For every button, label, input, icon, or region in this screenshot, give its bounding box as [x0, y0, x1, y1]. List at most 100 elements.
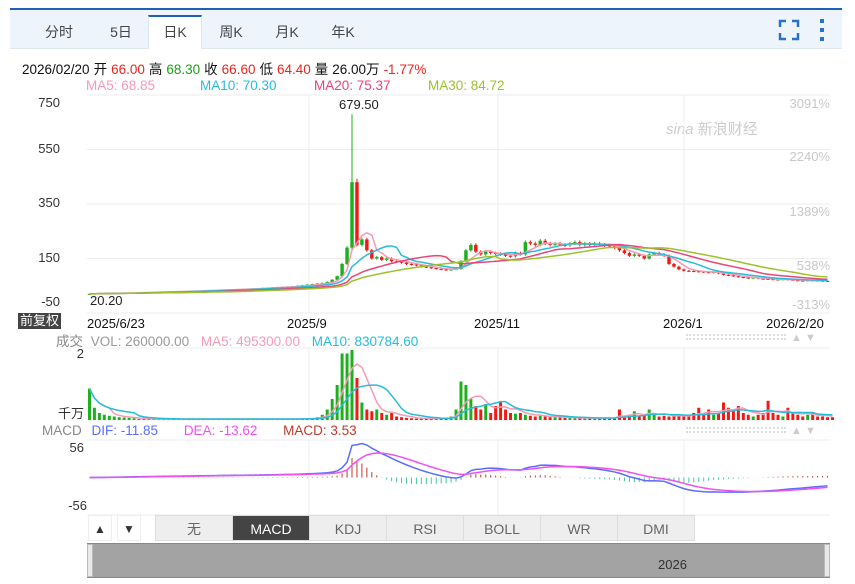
min-price-label: 20.20: [90, 293, 123, 308]
candle-body: [355, 182, 359, 245]
volume-bar: [395, 416, 399, 420]
indicator-macd[interactable]: MACD: [232, 515, 310, 541]
x-tick: 2025/11: [474, 316, 521, 331]
indicator-dmi[interactable]: DMI: [617, 515, 695, 541]
candle-body: [533, 243, 538, 245]
volume-bar: [107, 415, 111, 420]
volume-bar: [657, 416, 661, 420]
dea-line: [89, 452, 828, 493]
volume-bar: [796, 414, 800, 420]
macd-panel-arrows[interactable]: ▲ ▼: [791, 425, 816, 437]
candle-body: [682, 269, 686, 271]
candle-body: [731, 275, 736, 277]
x-tick: 2026/1: [663, 316, 703, 331]
volume-bar: [355, 378, 359, 420]
candlestick-chart: [87, 94, 834, 577]
volume-bar: [781, 416, 785, 420]
volume-bar: [92, 407, 96, 420]
volume-bar: [682, 416, 686, 420]
volume-bar: [484, 404, 488, 420]
panel-up-button[interactable]: ▲: [88, 515, 112, 541]
volume-bar: [518, 413, 522, 420]
volume-bar: [821, 416, 825, 420]
volume-bar: [746, 414, 750, 420]
volume-bar: [533, 416, 537, 420]
volume-bar: [538, 415, 542, 420]
volume-bar: [122, 417, 126, 420]
candle-body: [429, 267, 433, 269]
volume-bar: [345, 353, 349, 420]
volume-bar: [132, 418, 136, 420]
panel-down-button[interactable]: ▼: [117, 515, 141, 541]
indicator-kdj[interactable]: KDJ: [309, 515, 387, 541]
candle-body: [677, 266, 681, 270]
volume-bar: [553, 417, 557, 420]
volume-bar: [712, 414, 716, 420]
volume-ma10: MA10: 830784.60: [311, 334, 419, 349]
volume-bar: [365, 409, 369, 420]
candle-body: [409, 263, 414, 265]
candle-body: [469, 244, 473, 251]
volume-bar: [509, 413, 512, 420]
candle-body: [741, 277, 746, 279]
volume-bar: [543, 416, 547, 420]
candle-body: [632, 254, 637, 256]
volume-bar: [558, 417, 562, 420]
navigator-left-handle[interactable]: [87, 544, 93, 577]
candle-body: [726, 274, 731, 276]
volume-bar: [751, 416, 755, 420]
indicator-boll[interactable]: BOLL: [463, 515, 541, 541]
volume-bar: [806, 414, 810, 420]
volume-bar: [687, 416, 691, 420]
volume-bar: [776, 414, 780, 420]
indicator-rsi[interactable]: RSI: [386, 515, 464, 541]
volume-panel-resize[interactable]: [686, 334, 786, 340]
volume-bar: [112, 416, 116, 420]
volume-bar: [97, 413, 101, 420]
volume-bar: [350, 350, 354, 420]
candle-body: [687, 270, 691, 272]
navigator-right-handle[interactable]: [824, 544, 830, 577]
volume-bar: [548, 417, 552, 420]
volume-bar: [741, 413, 745, 420]
candle-body: [464, 250, 468, 262]
candle-body: [528, 242, 533, 244]
candle-body: [627, 253, 632, 256]
candle-body: [350, 182, 354, 248]
navigator-year-label: 2026: [658, 557, 687, 572]
volume-bar: [87, 388, 91, 420]
volume-bar: [375, 409, 379, 420]
volume-bar: [127, 417, 131, 420]
indicator-none[interactable]: 无: [155, 515, 233, 541]
volume-y-top: 2: [76, 346, 84, 361]
volume-bar: [479, 409, 483, 420]
volume-bar: [692, 413, 696, 420]
candle-body: [414, 264, 419, 266]
macd-panel-resize[interactable]: [686, 427, 786, 433]
volume-bar: [370, 411, 374, 420]
candle-body: [474, 244, 478, 252]
candle-body: [672, 263, 676, 267]
volume-bar: [771, 413, 775, 420]
range-navigator[interactable]: 2026: [87, 543, 830, 578]
macd-value: MACD: 3.53: [283, 423, 357, 438]
volume-bar: [523, 414, 527, 420]
volume-bar: [801, 416, 805, 420]
volume-header: 成交 VOL: 260000.00 MA5: 495300.00 MA10: 8…: [56, 330, 418, 350]
volume-bar: [414, 418, 418, 420]
fuquan-button[interactable]: 前复权: [18, 313, 62, 329]
x-tick: 2026/2/20: [766, 316, 824, 331]
candle-body: [622, 250, 627, 254]
volume-bar: [499, 402, 503, 420]
volume-bar: [102, 414, 106, 420]
candle-body: [365, 239, 369, 251]
macd-y-bottom: -56: [68, 498, 87, 513]
volume-panel-arrows[interactable]: ▲ ▼: [791, 332, 816, 344]
volume-bar: [390, 413, 394, 420]
candle-body: [360, 239, 364, 245]
candle-body: [736, 276, 741, 278]
volume-bar: [731, 411, 735, 420]
volume-bar: [380, 413, 384, 420]
indicator-wr[interactable]: WR: [540, 515, 618, 541]
volume-bar: [667, 416, 671, 420]
